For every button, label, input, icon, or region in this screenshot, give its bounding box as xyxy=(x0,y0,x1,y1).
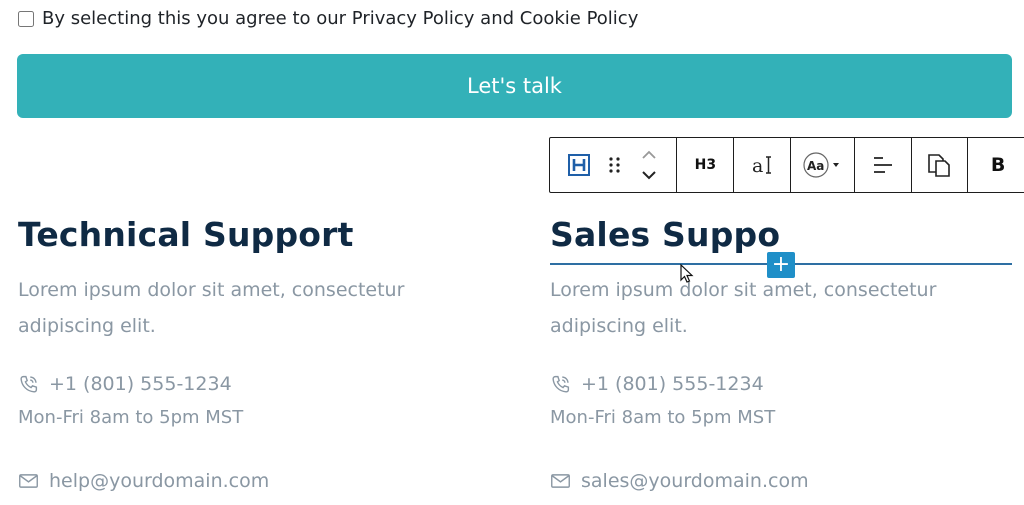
column-heading-editing[interactable]: Sales Suppo xyxy=(550,213,1010,257)
phone-row[interactable]: +1 (801) 555-1234 xyxy=(18,373,232,395)
drag-handle-icon[interactable] xyxy=(608,138,622,192)
lets-talk-button[interactable]: Let's talk xyxy=(17,54,1012,118)
phone-icon xyxy=(552,375,570,393)
block-controls-group xyxy=(550,138,678,192)
font-size-dropdown[interactable]: Aa xyxy=(791,138,855,192)
svg-text:a: a xyxy=(752,155,763,177)
sales-support-column: Sales Suppo Lorem ipsum dolor sit amet, … xyxy=(550,213,1010,492)
email-row[interactable]: help@yourdomain.com xyxy=(18,470,269,492)
mouse-cursor-icon xyxy=(680,264,694,283)
technical-support-column: Technical Support Lorem ipsum dolor sit … xyxy=(18,213,478,492)
bold-button[interactable]: B xyxy=(968,138,1024,192)
consent-checkbox[interactable] xyxy=(18,10,34,27)
email-text: help@yourdomain.com xyxy=(49,470,270,492)
column-heading[interactable]: Technical Support xyxy=(18,213,478,257)
font-size-icon: Aa xyxy=(803,152,840,178)
mail-icon xyxy=(19,474,38,488)
heading-level-button[interactable]: H3 xyxy=(677,138,735,192)
consent-label: By selecting this you agree to our Priva… xyxy=(42,8,639,29)
hours-text: Mon-Fri 8am to 5pm MST xyxy=(550,407,776,428)
column-description[interactable]: Lorem ipsum dolor sit amet, consectetur … xyxy=(550,272,1010,344)
phone-text: +1 (801) 555-1234 xyxy=(581,373,764,395)
move-up-down-icon[interactable] xyxy=(640,138,658,192)
email-text: sales@yourdomain.com xyxy=(581,470,809,492)
mail-icon xyxy=(551,474,570,488)
phone-icon xyxy=(20,375,38,393)
block-toolbar: H3 a Aa B xyxy=(549,137,1024,193)
email-row[interactable]: sales@yourdomain.com xyxy=(550,470,809,492)
bold-label: B xyxy=(990,154,1006,176)
svg-text:Aa: Aa xyxy=(807,159,824,173)
copy-button[interactable] xyxy=(912,138,969,192)
typography-button[interactable]: a xyxy=(734,138,791,192)
column-description[interactable]: Lorem ipsum dolor sit amet, consectetur … xyxy=(18,272,478,344)
hours-text: Mon-Fri 8am to 5pm MST xyxy=(18,407,244,428)
align-left-icon xyxy=(873,157,892,173)
heading-block-icon[interactable] xyxy=(568,138,591,192)
align-button[interactable] xyxy=(855,138,912,192)
phone-text: +1 (801) 555-1234 xyxy=(49,373,232,395)
consent-checkbox-row[interactable]: By selecting this you agree to our Priva… xyxy=(18,8,638,29)
heading-level-label: H3 xyxy=(694,157,717,173)
phone-row[interactable]: +1 (801) 555-1234 xyxy=(550,373,764,395)
block-inserter-button[interactable]: + xyxy=(767,252,795,278)
copy-icon xyxy=(928,154,951,177)
text-cursor-icon: a xyxy=(752,155,772,177)
